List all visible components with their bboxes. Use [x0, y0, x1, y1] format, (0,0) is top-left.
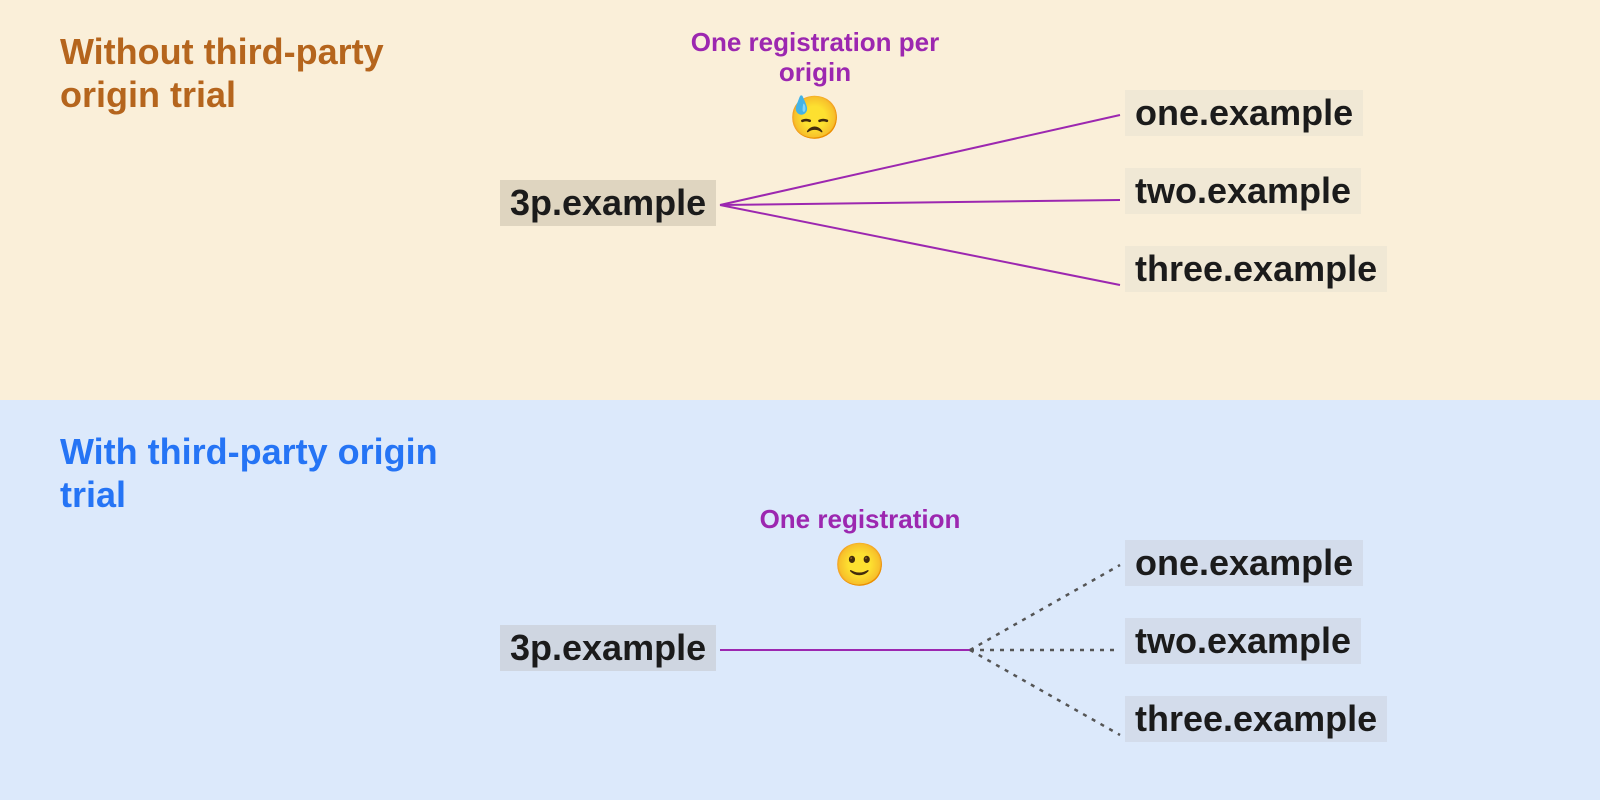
target-origin-box: three.example	[1125, 246, 1387, 292]
caption-text: One registration per origin	[691, 27, 940, 87]
panel-title: Without third-party origin trial	[60, 30, 460, 116]
target-origins-column: one.example two.example three.example	[1125, 90, 1525, 324]
target-origin-box: one.example	[1125, 540, 1363, 586]
sad-emoji-icon: 😓	[685, 94, 945, 142]
panel-with-3p-trial: With third-party origin trial 3p.example…	[0, 400, 1600, 800]
panel-without-3p-trial: Without third-party origin trial 3p.exam…	[0, 0, 1600, 400]
registration-caption: One registration 🙂	[730, 505, 990, 589]
target-origins-column: one.example two.example three.example	[1125, 540, 1525, 774]
target-origin-box: one.example	[1125, 90, 1363, 136]
source-origin-box: 3p.example	[500, 180, 716, 226]
target-origin-box: three.example	[1125, 696, 1387, 742]
happy-emoji-icon: 🙂	[730, 541, 990, 589]
target-origin-box: two.example	[1125, 618, 1361, 664]
panel-title: With third-party origin trial	[60, 430, 460, 516]
caption-text: One registration	[760, 504, 961, 534]
registration-caption: One registration per origin 😓	[685, 28, 945, 142]
source-origin-box: 3p.example	[500, 625, 716, 671]
target-origin-box: two.example	[1125, 168, 1361, 214]
